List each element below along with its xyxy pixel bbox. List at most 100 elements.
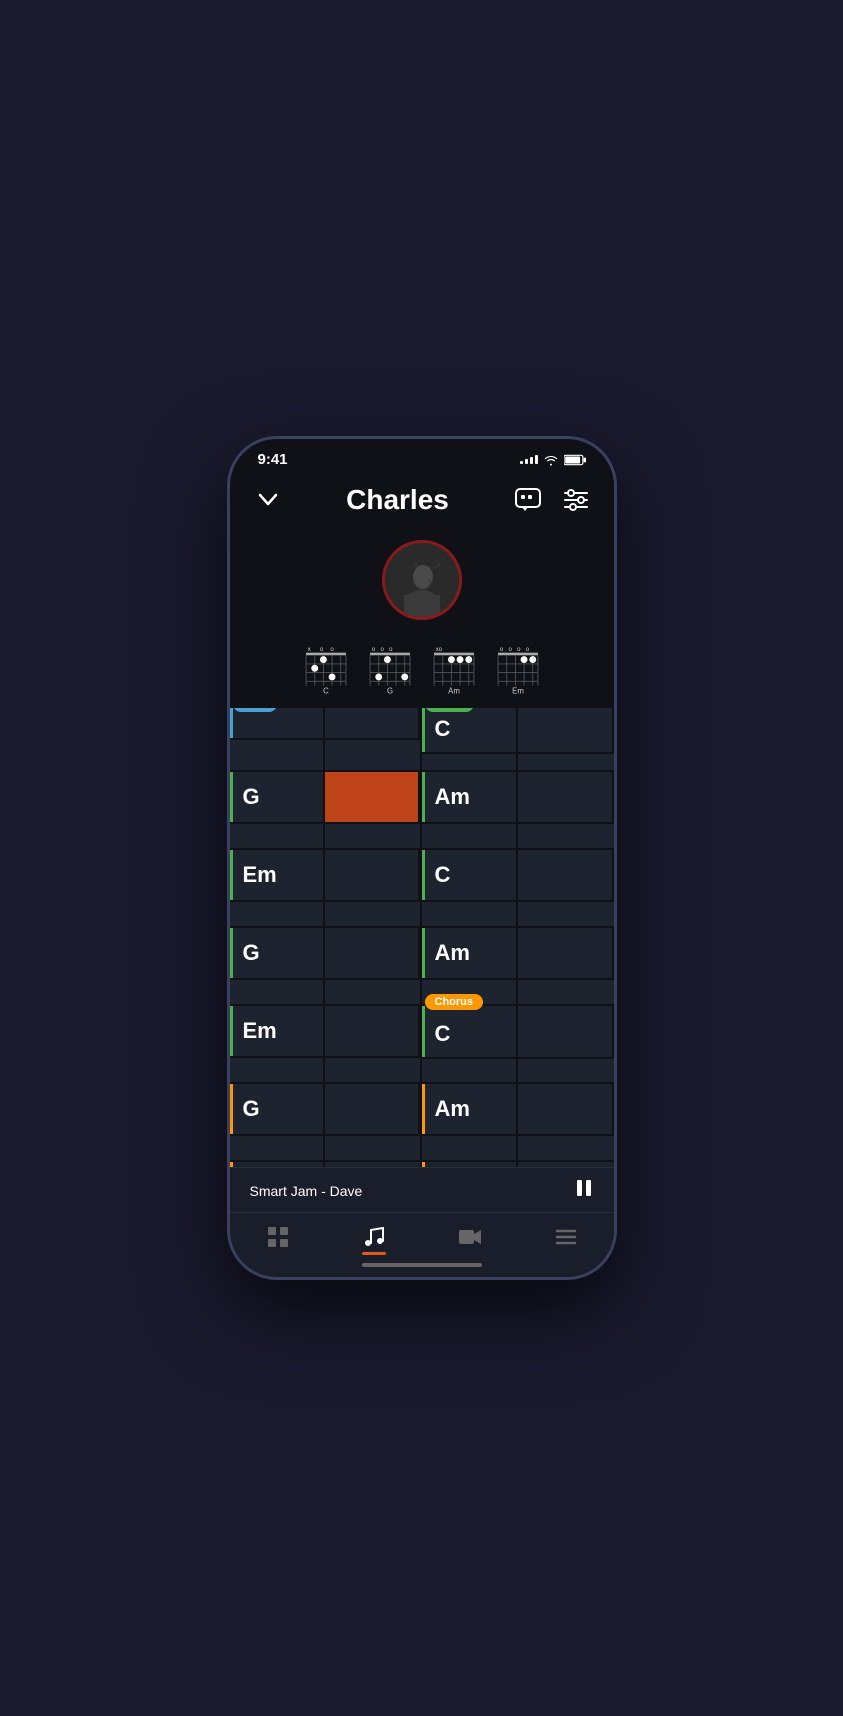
chord-label: G (243, 1096, 260, 1122)
chord-label: C (435, 1021, 451, 1047)
chord-cell[interactable] (518, 708, 614, 752)
chord-cell[interactable] (230, 738, 325, 770)
chevron-down-button[interactable] (250, 482, 286, 518)
chord-cell[interactable] (230, 822, 325, 848)
bottom-player: Smart Jam - Dave (230, 1167, 614, 1212)
player-title: Smart Jam - Dave (250, 1183, 363, 1199)
chord-em[interactable]: o o o o Em (493, 644, 543, 696)
chord-cell[interactable] (518, 850, 614, 900)
status-bar: 9:41 (230, 439, 614, 474)
chord-cell[interactable] (325, 822, 420, 848)
chord-label: Am (435, 940, 470, 966)
chord-cell[interactable] (518, 1134, 614, 1160)
chord-cell[interactable] (325, 1006, 420, 1056)
chord-cell[interactable]: C (422, 850, 518, 900)
filter-button[interactable] (558, 482, 594, 518)
chord-cell[interactable] (230, 1056, 325, 1082)
chord-label: Em (243, 862, 277, 888)
chord-label: C (435, 862, 451, 888)
chord-cell[interactable] (422, 900, 518, 926)
chord-cell[interactable] (325, 1134, 420, 1160)
chord-cell[interactable] (518, 752, 614, 770)
chord-cell[interactable] (518, 900, 614, 926)
bottom-nav (230, 1212, 614, 1257)
chord-cell[interactable] (325, 900, 420, 926)
chord-progression: Intro Verse C (230, 708, 614, 1167)
status-time: 9:41 (258, 451, 288, 468)
chord-cell[interactable] (422, 1134, 518, 1160)
chord-cell[interactable] (422, 1057, 518, 1082)
svg-text:o: o (389, 647, 393, 653)
phone-frame: 9:41 (227, 436, 617, 1280)
chord-cell[interactable] (518, 772, 614, 822)
chord-cell[interactable]: Am (422, 1084, 518, 1134)
chord-cell[interactable] (325, 1056, 420, 1082)
chord-cell[interactable] (518, 928, 614, 978)
chord-cell[interactable]: Verse C (422, 708, 518, 752)
chord-am[interactable]: xo Am (429, 644, 479, 696)
chord-cell[interactable]: G (230, 772, 325, 822)
svg-text:x: x (307, 647, 310, 653)
avatar-image (385, 543, 459, 617)
svg-text:Am: Am (448, 686, 460, 695)
chord-label: Am (435, 1096, 470, 1122)
chord-cell[interactable]: Em (230, 1006, 325, 1056)
svg-text:o: o (371, 647, 375, 653)
status-icons (520, 454, 586, 466)
chord-cell[interactable] (325, 928, 420, 978)
pause-button[interactable] (574, 1178, 594, 1204)
chord-cell[interactable]: Intro (230, 708, 325, 738)
nav-item-chords[interactable] (246, 1221, 310, 1253)
signal-bars-icon (520, 455, 538, 464)
header-actions (510, 482, 594, 518)
chord-cell[interactable] (325, 978, 420, 1004)
wifi-icon (543, 454, 559, 466)
svg-text:o: o (525, 647, 529, 653)
svg-text:o: o (380, 647, 384, 653)
chord-cell[interactable] (518, 1006, 614, 1057)
chord-g[interactable]: o o o G (365, 644, 415, 696)
chord-cell[interactable] (325, 1162, 420, 1167)
chord-am-diagram: xo Am (429, 644, 479, 696)
chord-cell[interactable] (422, 752, 518, 770)
svg-text:o: o (508, 647, 512, 653)
chord-c[interactable]: x o o (301, 644, 351, 696)
chord-em-diagram: o o o o Em (493, 644, 543, 696)
chord-cell[interactable] (518, 978, 614, 1004)
chord-cell[interactable] (230, 1134, 325, 1160)
chord-cell[interactable] (325, 738, 420, 770)
chord-label: Em (243, 1018, 277, 1044)
chord-cell[interactable] (230, 978, 325, 1004)
header: Charles (230, 474, 614, 530)
nav-item-menu[interactable] (534, 1221, 598, 1253)
chord-cell[interactable] (422, 822, 518, 848)
chord-cell[interactable] (518, 822, 614, 848)
chord-label: C (435, 716, 451, 742)
chord-cell[interactable]: Am (422, 928, 518, 978)
svg-text:xo: xo (435, 647, 442, 653)
section-badge-verse: Verse (425, 708, 474, 712)
chat-button[interactable] (510, 482, 546, 518)
chord-cell[interactable] (518, 1162, 614, 1167)
chord-cell[interactable] (518, 1057, 614, 1082)
chord-cell[interactable] (325, 850, 420, 900)
chord-cell-highlighted[interactable] (325, 772, 420, 822)
home-indicator (230, 1257, 614, 1277)
chord-cell[interactable]: Em (230, 850, 325, 900)
nav-item-music[interactable] (342, 1221, 406, 1253)
chord-cell[interactable] (325, 708, 420, 738)
chord-label: G (243, 784, 260, 810)
chord-cell[interactable]: G (230, 1084, 325, 1134)
nav-item-video[interactable] (438, 1221, 502, 1253)
chord-cell[interactable] (518, 1084, 614, 1134)
chord-cell[interactable]: Am (422, 772, 518, 822)
chord-cell[interactable] (422, 1162, 518, 1167)
chord-cell[interactable] (325, 1084, 420, 1134)
chord-cell[interactable]: Chorus C (422, 1006, 518, 1057)
chord-cell[interactable] (230, 1162, 325, 1167)
chord-label: G (243, 940, 260, 966)
svg-text:C: C (323, 686, 329, 695)
chord-cell[interactable]: G (230, 928, 325, 978)
battery-icon (564, 454, 586, 466)
chord-cell[interactable] (230, 900, 325, 926)
